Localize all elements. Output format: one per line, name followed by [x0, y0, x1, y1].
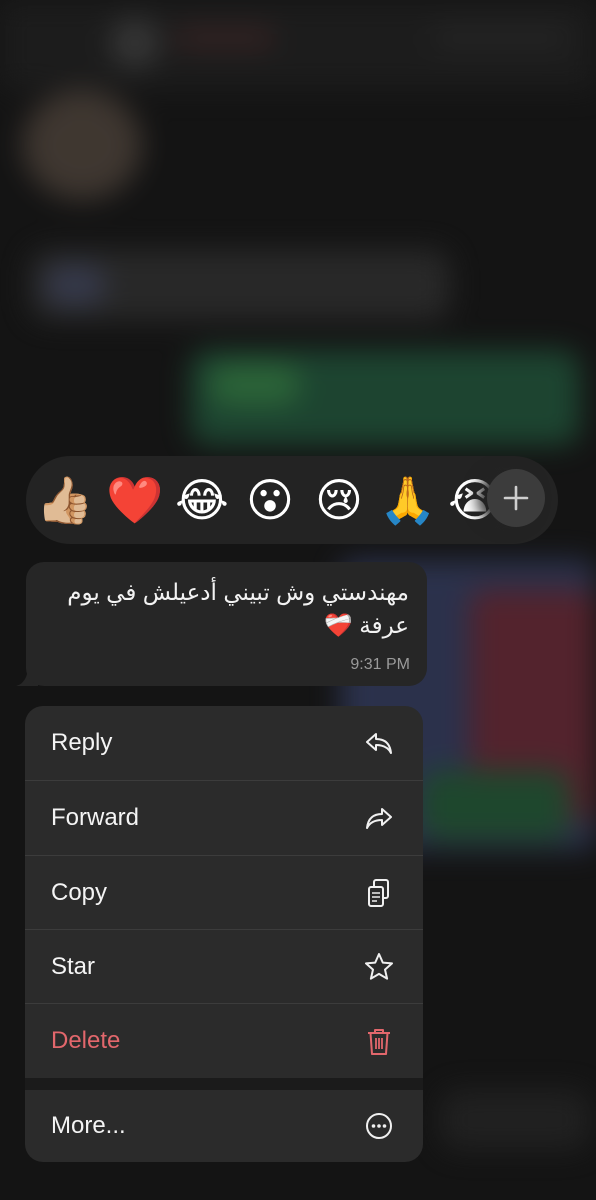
reply-label: Reply [51, 729, 113, 756]
trash-icon [363, 1025, 395, 1057]
message-context-menu: Reply Forward Copy Star Delete More... [25, 706, 423, 1162]
message-bubble[interactable]: مهندستي وش تبيني أدعيلش في يوم عرفة ❤️‍🩹… [26, 562, 427, 686]
plus-icon [503, 485, 529, 511]
menu-item-star[interactable]: Star [25, 930, 423, 1004]
reaction-heart[interactable]: ❤️ [106, 472, 163, 528]
reaction-surprised[interactable]: 😮 [242, 472, 298, 528]
reaction-pray[interactable]: 🙏 [379, 472, 436, 528]
add-reaction-button[interactable] [487, 469, 545, 527]
reply-icon [363, 727, 395, 759]
menu-item-reply[interactable]: Reply [25, 706, 423, 780]
more-label: More... [51, 1112, 126, 1139]
reaction-thumbs-up[interactable]: 👍🏼 [36, 472, 93, 528]
star-label: Star [51, 953, 96, 980]
more-icon [363, 1110, 395, 1142]
menu-item-more[interactable]: More... [25, 1090, 423, 1162]
menu-item-delete[interactable]: Delete [25, 1004, 423, 1078]
menu-group-separator [25, 1078, 423, 1090]
delete-label: Delete [51, 1027, 121, 1054]
menu-item-copy[interactable]: Copy [25, 856, 423, 930]
reaction-picker: 👍🏼 ❤️ 😂 😮 😢 🙏 😭 [26, 456, 558, 544]
copy-label: Copy [51, 879, 108, 906]
reaction-laughing[interactable]: 😂 [174, 472, 230, 528]
copy-icon [363, 877, 395, 909]
reaction-sad[interactable]: 😢 [311, 472, 367, 528]
forward-icon [363, 802, 395, 834]
forward-label: Forward [51, 804, 140, 831]
menu-item-forward[interactable]: Forward [25, 781, 423, 855]
message-timestamp: 9:31 PM [350, 656, 410, 673]
star-icon [363, 951, 395, 983]
message-text: مهندستي وش تبيني أدعيلش في يوم عرفة ❤️‍🩹 [67, 579, 409, 638]
